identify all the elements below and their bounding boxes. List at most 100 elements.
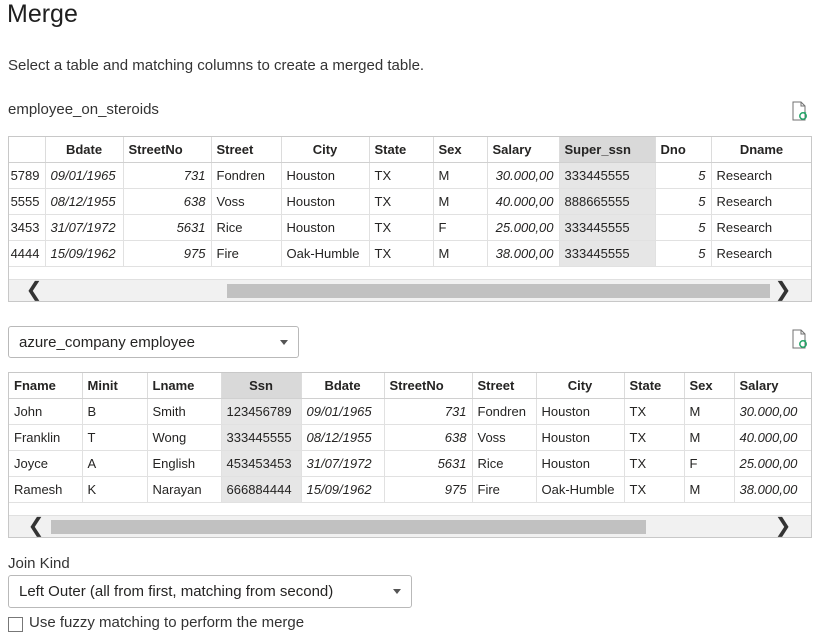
scrollbar-thumb[interactable] <box>227 284 770 298</box>
column-header-street[interactable]: Street <box>211 137 282 163</box>
table-cell: Research <box>711 240 811 267</box>
column-header-sex[interactable]: Sex <box>433 137 488 163</box>
scroll-right-icon[interactable]: ❯ <box>774 516 792 537</box>
column-header-city[interactable]: City <box>281 137 370 163</box>
column-header-fname[interactable]: Fname <box>9 373 83 399</box>
scroll-left-icon[interactable]: ❮ <box>25 280 43 301</box>
scrollbar-thumb[interactable] <box>51 520 646 534</box>
join-kind-select[interactable]: Left Outer (all from first, matching fro… <box>8 575 412 608</box>
column-header-dname[interactable]: Dname <box>711 137 811 163</box>
table-cell: M <box>684 398 735 425</box>
table-cell: F <box>684 450 735 477</box>
column-header-bdate[interactable]: Bdate <box>301 373 385 399</box>
table-cell: 5 <box>655 162 712 189</box>
table-cell: 975 <box>384 476 473 503</box>
table-cell: Fondren <box>472 398 537 425</box>
dialog-title: Merge <box>7 0 78 28</box>
table-cell: TX <box>369 162 434 189</box>
table-cell: TX <box>369 188 434 215</box>
table-cell: Houston <box>281 188 370 215</box>
second-table-horizontal-scrollbar[interactable]: ❮ ❯ <box>9 515 811 537</box>
table-cell: 08/12/1955 <box>301 424 385 451</box>
table-cell: 09/01/1965 <box>301 398 385 425</box>
fuzzy-matching-label[interactable]: Use fuzzy matching to perform the merge <box>29 614 304 631</box>
column-header-minit[interactable]: Minit <box>82 373 148 399</box>
chevron-down-icon <box>280 340 288 345</box>
table-cell: 333445555 <box>559 240 656 267</box>
table-cell: M <box>433 240 488 267</box>
table-row[interactable]: 3453 31/07/1972 5631 Rice Houston TX F 2… <box>9 214 811 241</box>
refresh-preview-icon[interactable] <box>791 329 809 349</box>
table-row[interactable]: 5555 08/12/1955 638 Voss Houston TX M 40… <box>9 188 811 215</box>
table-cell: 5789 <box>9 162 46 189</box>
scroll-right-icon[interactable]: ❯ <box>774 280 792 301</box>
column-header-lname[interactable]: Lname <box>147 373 222 399</box>
table-cell: Research <box>711 214 811 241</box>
column-header-sex[interactable]: Sex <box>684 373 735 399</box>
table-cell: 333445555 <box>221 424 302 451</box>
table-cell: Fire <box>211 240 282 267</box>
dialog-subtitle: Select a table and matching columns to c… <box>8 57 425 74</box>
scroll-left-icon[interactable]: ❮ <box>27 516 45 537</box>
table-cell: 333445555 <box>559 214 656 241</box>
table-cell: Franklin <box>9 424 83 451</box>
column-header-salary[interactable]: Salary <box>734 373 811 399</box>
table-cell: TX <box>624 476 685 503</box>
chevron-down-icon <box>393 589 401 594</box>
table-cell: Fondren <box>211 162 282 189</box>
table-cell: TX <box>369 214 434 241</box>
column-header-streetno[interactable]: StreetNo <box>384 373 473 399</box>
table-cell: A <box>82 450 148 477</box>
table-cell: 15/09/1962 <box>301 476 385 503</box>
table-cell: 3453 <box>9 214 46 241</box>
column-header[interactable] <box>9 137 46 163</box>
refresh-icon-graphic <box>792 101 807 121</box>
first-table-grid: Bdate StreetNo Street City State Sex Sal… <box>9 137 811 267</box>
second-table-grid: Fname Minit Lname Ssn Bdate StreetNo Str… <box>9 373 811 503</box>
table-row[interactable]: Joyce A English 453453453 31/07/1972 563… <box>9 450 811 477</box>
table-cell: 31/07/1972 <box>45 214 124 241</box>
column-header-state[interactable]: State <box>624 373 685 399</box>
table-cell: 5631 <box>384 450 473 477</box>
table-cell: M <box>433 162 488 189</box>
table-cell: Oak-Humble <box>536 476 625 503</box>
table-row[interactable]: John B Smith 123456789 09/01/1965 731 Fo… <box>9 398 811 425</box>
table-cell: 5555 <box>9 188 46 215</box>
table-cell: 731 <box>384 398 473 425</box>
table-cell: Fire <box>472 476 537 503</box>
table-cell: 638 <box>384 424 473 451</box>
table-cell: Houston <box>281 214 370 241</box>
column-header-street[interactable]: Street <box>472 373 537 399</box>
second-table-select[interactable]: azure_company employee <box>8 326 299 358</box>
table-cell: Smith <box>147 398 222 425</box>
first-table-preview[interactable]: Bdate StreetNo Street City State Sex Sal… <box>8 136 812 302</box>
table-cell: 453453453 <box>221 450 302 477</box>
table-cell: B <box>82 398 148 425</box>
column-header-bdate[interactable]: Bdate <box>45 137 124 163</box>
second-table-preview[interactable]: Fname Minit Lname Ssn Bdate StreetNo Str… <box>8 372 812 538</box>
table-cell: Houston <box>281 162 370 189</box>
first-table-horizontal-scrollbar[interactable]: ❮ ❯ <box>9 279 811 301</box>
table-cell: K <box>82 476 148 503</box>
column-header-super-ssn[interactable]: Super_ssn <box>559 137 656 163</box>
column-header-city[interactable]: City <box>536 373 625 399</box>
first-table-name: employee_on_steroids <box>8 101 159 118</box>
table-row[interactable]: 5789 09/01/1965 731 Fondren Houston TX M… <box>9 162 811 189</box>
refresh-preview-icon[interactable] <box>791 101 809 121</box>
column-header-ssn[interactable]: Ssn <box>221 373 302 399</box>
fuzzy-matching-checkbox[interactable] <box>8 617 23 632</box>
table-cell: 09/01/1965 <box>45 162 124 189</box>
column-header-streetno[interactable]: StreetNo <box>123 137 212 163</box>
table-row[interactable]: Franklin T Wong 333445555 08/12/1955 638… <box>9 424 811 451</box>
table-cell: 25.000,00 <box>487 214 560 241</box>
second-table-header-row: Fname Minit Lname Ssn Bdate StreetNo Str… <box>9 373 811 399</box>
table-row[interactable]: Ramesh K Narayan 666884444 15/09/1962 97… <box>9 476 811 503</box>
table-cell: Houston <box>536 398 625 425</box>
column-header-dno[interactable]: Dno <box>655 137 712 163</box>
table-cell: 5 <box>655 214 712 241</box>
table-cell: 666884444 <box>221 476 302 503</box>
column-header-state[interactable]: State <box>369 137 434 163</box>
table-row[interactable]: 4444 15/09/1962 975 Fire Oak-Humble TX M… <box>9 240 811 267</box>
table-cell: 123456789 <box>221 398 302 425</box>
column-header-salary[interactable]: Salary <box>487 137 560 163</box>
